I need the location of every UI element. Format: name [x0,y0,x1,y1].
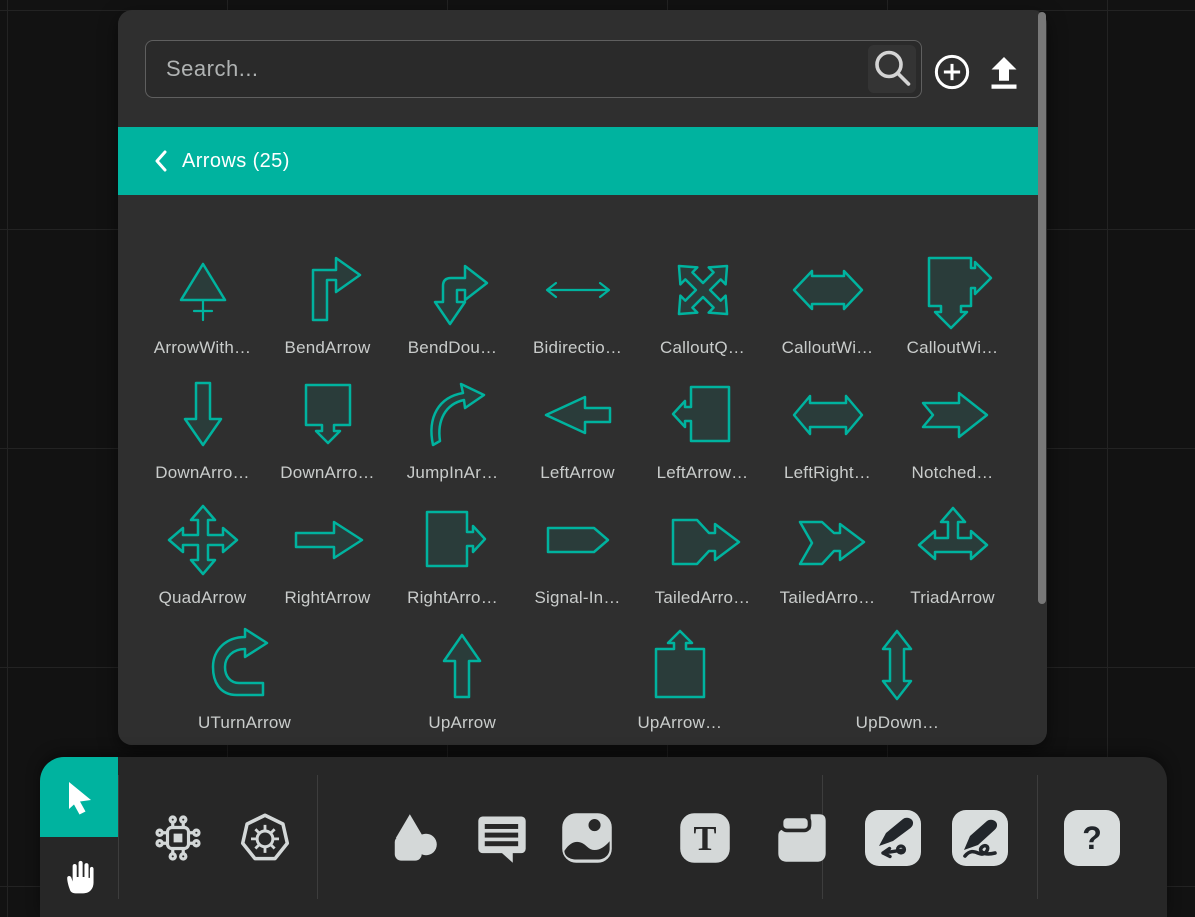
bottom-toolbar: T ? [40,757,1167,917]
shape-callout-down-right[interactable]: CalloutWi… [890,250,1015,375]
search-bar [145,40,922,98]
toolbar-divider [1037,775,1038,899]
image-icon [559,810,615,866]
shape-right-arrow-callout[interactable]: RightArro… [390,500,515,625]
shape-signal-in[interactable]: Signal-In… [515,500,640,625]
shape-callout-quad-arrow[interactable]: CalloutQ… [640,250,765,375]
shape-left-right-arrow[interactable]: LeftRight… [765,375,890,500]
shape-up-arrow[interactable]: UpArrow [400,625,525,750]
search-input[interactable] [146,41,868,97]
shapes-icon [384,810,440,866]
shape-notched-right-arrow[interactable]: Notched… [890,375,1015,500]
shape-up-down-arrow[interactable]: UpDown… [835,625,960,750]
chip-icon [150,810,206,866]
shape-tailed-arrow-block[interactable]: TailedArro… [640,500,765,625]
shape-bend-arrow[interactable]: BendArrow [265,250,390,375]
shape-row: ArrowWith… BendArrow BendDou… Bidirectio… [140,250,1015,375]
shape-triad-arrow[interactable]: TriadArrow [890,500,1015,625]
shape-right-arrow[interactable]: RightArrow [265,500,390,625]
select-tool-button[interactable] [40,757,118,837]
shape-row: QuadArrow RightArrow RightArro… Signal-I… [140,500,1015,625]
shape-row: DownArro… DownArro… JumpInAr… LeftArrow … [140,375,1015,500]
help-button[interactable]: ? [1064,810,1120,866]
question-icon: ? [1082,820,1102,857]
mesh-components-button[interactable] [150,810,206,866]
toolbar-divider [317,775,318,899]
text-button[interactable]: T [677,810,733,866]
shape-up-arrow-callout[interactable]: UpArrow… [617,625,742,750]
pan-tool-button[interactable] [40,837,118,917]
freehand-button[interactable] [952,810,1008,866]
panel-scrollbar[interactable] [1038,12,1046,604]
shape-tailed-arrow-chevron[interactable]: TailedArro… [765,500,890,625]
shape-arrow-with-stem[interactable]: ArrowWith… [140,250,265,375]
shapes-panel: Arrows (25) ArrowWith… BendArrow BendDou… [118,10,1047,745]
shape-bend-double-arrow[interactable]: BendDou… [390,250,515,375]
image-button[interactable] [559,810,615,866]
shape-down-arrow-callout[interactable]: DownArro… [265,375,390,500]
category-header-arrows[interactable]: Arrows (25) [118,127,1038,195]
shape-jump-in-arrow[interactable]: JumpInAr… [390,375,515,500]
kubernetes-button[interactable] [237,810,293,866]
category-label: Arrows (25) [182,150,290,173]
svg-text:T: T [694,820,717,858]
kubernetes-wheel-icon [237,810,293,866]
shapes-button[interactable] [384,810,440,866]
text-icon: T [677,810,733,866]
shape-grid: ArrowWith… BendArrow BendDou… Bidirectio… [140,250,1015,750]
note-icon [774,810,830,866]
shape-left-arrow[interactable]: LeftArrow [515,375,640,500]
shape-left-arrow-callout[interactable]: LeftArrow… [640,375,765,500]
hand-icon [59,856,99,898]
cursor-icon [62,779,96,815]
comment-icon [474,810,530,866]
shape-quad-arrow[interactable]: QuadArrow [140,500,265,625]
add-shape-button[interactable] [932,52,972,92]
shape-callout-left-right[interactable]: CalloutWi… [765,250,890,375]
upload-icon[interactable] [984,52,1024,92]
draw-edge-button[interactable] [865,810,921,866]
note-button[interactable] [774,810,830,866]
chevron-left-icon [154,150,168,172]
toolbar-divider [118,775,119,899]
mode-column [40,757,118,917]
shape-row: UTurnArrow UpArrow UpArrow… UpDown… [140,625,1015,750]
shape-down-arrow[interactable]: DownArro… [140,375,265,500]
search-icon[interactable] [868,45,916,93]
shape-uturn-arrow[interactable]: UTurnArrow [182,625,307,750]
comment-button[interactable] [474,810,530,866]
shape-bidirectional-arrow[interactable]: Bidirectio… [515,250,640,375]
pen-arrow-icon [865,810,921,866]
pen-squiggle-icon [952,810,1008,866]
